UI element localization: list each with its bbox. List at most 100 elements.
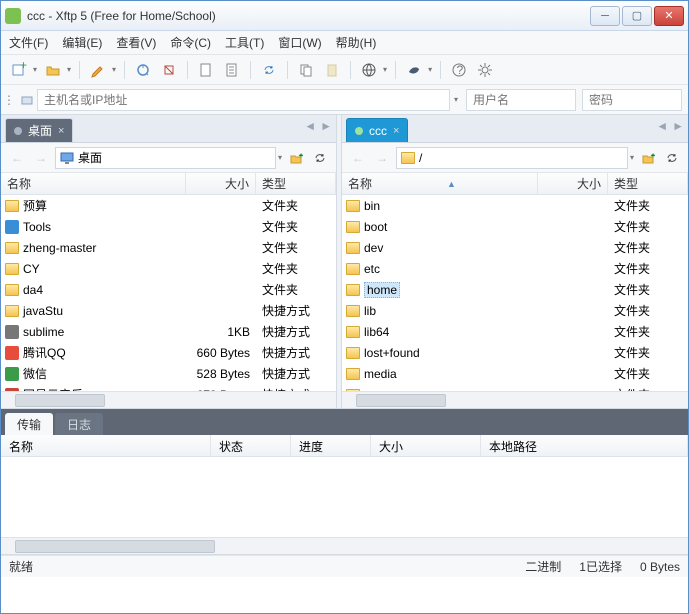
col-name[interactable]: 名称	[1, 173, 186, 194]
properties-icon[interactable]	[222, 60, 242, 80]
item-type: 文件夹	[608, 365, 688, 382]
list-item[interactable]: zheng-master 文件夹	[1, 237, 336, 258]
path-label: /	[419, 151, 422, 165]
up-icon[interactable]	[638, 148, 658, 168]
password-input[interactable]	[582, 89, 682, 111]
list-item[interactable]: lost+found 文件夹	[342, 342, 688, 363]
menu-file[interactable]: 文件(F)	[9, 34, 48, 51]
forward-icon[interactable]: →	[372, 148, 392, 168]
item-type: 文件夹	[256, 281, 336, 298]
list-item[interactable]: media 文件夹	[342, 363, 688, 384]
col-name[interactable]: 名称▲	[342, 173, 538, 194]
list-item[interactable]: CY 文件夹	[1, 258, 336, 279]
list-item[interactable]: bin 文件夹	[342, 195, 688, 216]
maximize-button[interactable]: ▢	[622, 6, 652, 26]
scroll-thumb[interactable]	[15, 394, 105, 407]
transfer-panel: 名称 状态 进度 大小 本地路径	[1, 435, 688, 555]
local-path-box[interactable]: 桌面	[55, 147, 276, 169]
item-name: 腾讯QQ	[23, 344, 66, 361]
disconnect-icon[interactable]	[159, 60, 179, 80]
forward-icon[interactable]: →	[31, 148, 51, 168]
new-session-icon[interactable]: +	[9, 60, 29, 80]
help-icon[interactable]: ?	[449, 60, 469, 80]
copy-icon[interactable]	[296, 60, 316, 80]
sync-icon[interactable]	[259, 60, 279, 80]
list-item[interactable]: etc 文件夹	[342, 258, 688, 279]
menu-bar: 文件(F) 编辑(E) 查看(V) 命令(C) 工具(T) 窗口(W) 帮助(H…	[1, 31, 688, 55]
paste-icon[interactable]	[322, 60, 342, 80]
tab-prev-icon[interactable]: ◄	[656, 119, 668, 133]
back-icon[interactable]: ←	[348, 148, 368, 168]
settings-icon[interactable]	[475, 60, 495, 80]
col-size[interactable]: 大小	[538, 173, 608, 194]
item-name: javaStu	[23, 304, 63, 318]
reconnect-icon[interactable]	[133, 60, 153, 80]
menu-window[interactable]: 窗口(W)	[278, 34, 321, 51]
tab-prev-icon[interactable]: ◄	[304, 119, 316, 133]
list-item[interactable]: sublime 1KB 快捷方式	[1, 321, 336, 342]
tab-next-icon[interactable]: ►	[672, 119, 684, 133]
scroll-thumb[interactable]	[356, 394, 446, 407]
panes: 桌面 × ◄► ← → 桌面 ▾ 名称 大小 类型 预算 文件夹	[1, 115, 688, 409]
tab-close-icon[interactable]: ×	[393, 125, 399, 137]
list-item[interactable]: 网易云音乐 679 Bytes 快捷方式	[1, 384, 336, 391]
folder-icon	[346, 200, 360, 212]
local-hscroll[interactable]	[1, 391, 336, 408]
local-tab-desktop[interactable]: 桌面 ×	[5, 118, 73, 142]
tab-transfer[interactable]: 传输	[5, 413, 53, 435]
transfer-hscroll[interactable]	[1, 537, 688, 554]
refresh-icon[interactable]	[662, 148, 682, 168]
tab-close-icon[interactable]: ×	[58, 125, 64, 137]
remote-path-box[interactable]: /	[396, 147, 628, 169]
remote-hscroll[interactable]	[342, 391, 688, 408]
list-item[interactable]: 腾讯QQ 660 Bytes 快捷方式	[1, 342, 336, 363]
local-list-body[interactable]: 预算 文件夹 Tools 文件夹 zheng-master 文件夹 CY 文件夹…	[1, 195, 336, 391]
folder-icon	[5, 200, 19, 212]
bird-icon[interactable]	[404, 60, 424, 80]
refresh-icon[interactable]	[310, 148, 330, 168]
up-icon[interactable]	[286, 148, 306, 168]
th-progress[interactable]: 进度	[291, 435, 371, 456]
th-status[interactable]: 状态	[211, 435, 291, 456]
folder-icon	[5, 305, 19, 317]
menu-tools[interactable]: 工具(T)	[225, 34, 264, 51]
item-name: da4	[23, 283, 43, 297]
globe-icon[interactable]	[359, 60, 379, 80]
list-item[interactable]: mnt 文件夹	[342, 384, 688, 391]
menu-help[interactable]: 帮助(H)	[336, 34, 377, 51]
menu-edit[interactable]: 编辑(E)	[62, 34, 102, 51]
list-item[interactable]: javaStu 快捷方式	[1, 300, 336, 321]
menu-view[interactable]: 查看(V)	[116, 34, 156, 51]
list-item[interactable]: lib 文件夹	[342, 300, 688, 321]
back-icon[interactable]: ←	[7, 148, 27, 168]
list-item[interactable]: Tools 文件夹	[1, 216, 336, 237]
list-item[interactable]: lib64 文件夹	[342, 321, 688, 342]
username-input[interactable]	[466, 89, 576, 111]
menu-command[interactable]: 命令(C)	[170, 34, 211, 51]
col-size[interactable]: 大小	[186, 173, 256, 194]
tab-log[interactable]: 日志	[55, 413, 103, 435]
open-icon[interactable]	[43, 60, 63, 80]
item-type: 文件夹	[256, 218, 336, 235]
item-name: zheng-master	[23, 241, 96, 255]
list-item[interactable]: 预算 文件夹	[1, 195, 336, 216]
th-name[interactable]: 名称	[1, 435, 211, 456]
list-item[interactable]: da4 文件夹	[1, 279, 336, 300]
remote-list-body[interactable]: bin 文件夹 boot 文件夹 dev 文件夹 etc 文件夹 home 文件…	[342, 195, 688, 391]
tab-next-icon[interactable]: ►	[320, 119, 332, 133]
minimize-button[interactable]: ─	[590, 6, 620, 26]
list-item[interactable]: boot 文件夹	[342, 216, 688, 237]
remote-tab-ccc[interactable]: ccc ×	[346, 118, 408, 142]
pencil-icon[interactable]	[88, 60, 108, 80]
host-input[interactable]	[37, 89, 450, 111]
scroll-thumb[interactable]	[15, 540, 215, 553]
list-item[interactable]: home 文件夹	[342, 279, 688, 300]
col-type[interactable]: 类型	[608, 173, 688, 194]
close-button[interactable]: ✕	[654, 6, 684, 26]
list-item[interactable]: 微信 528 Bytes 快捷方式	[1, 363, 336, 384]
new-file-icon[interactable]	[196, 60, 216, 80]
col-type[interactable]: 类型	[256, 173, 336, 194]
th-size[interactable]: 大小	[371, 435, 481, 456]
list-item[interactable]: dev 文件夹	[342, 237, 688, 258]
th-path[interactable]: 本地路径	[481, 435, 688, 456]
